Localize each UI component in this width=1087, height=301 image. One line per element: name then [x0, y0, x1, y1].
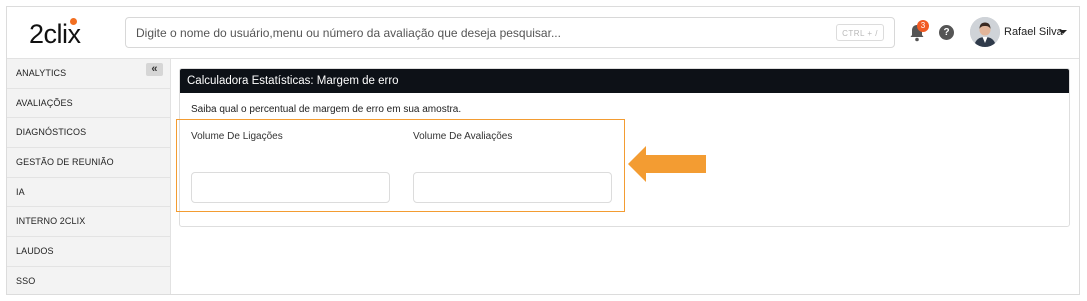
sidebar-item-label: AVALIAÇÕES [16, 97, 73, 108]
sidebar-item-ia[interactable]: IA [7, 178, 170, 208]
sidebar-item-label: GESTÃO DE REUNIÃO [16, 157, 114, 168]
avatar[interactable] [970, 17, 1000, 47]
sidebar-item-label: INTERNO 2CLIX [16, 216, 86, 227]
collapse-sidebar-button[interactable]: « [146, 63, 163, 76]
sidebar-item-gestao-de-reuniao[interactable]: GESTÃO DE REUNIÃO [7, 148, 170, 178]
avatar-image [970, 17, 1000, 47]
search-input[interactable] [126, 18, 826, 47]
chevron-down-icon[interactable] [1059, 30, 1067, 34]
help-icon[interactable]: ? [939, 25, 954, 40]
sidebar-item-label: LAUDOS [16, 246, 54, 257]
logo[interactable]: 2clix [27, 13, 97, 53]
shortcut-hint: CTRL + / [836, 24, 884, 41]
sidebar-item-avaliacoes[interactable]: AVALIAÇÕES [7, 89, 170, 119]
highlight-box [176, 119, 625, 212]
sidebar-item-label: DIAGNÓSTICOS [16, 127, 87, 138]
sidebar: ANALYTICS « AVALIAÇÕES DIAGNÓSTICOS GEST… [7, 59, 171, 294]
sidebar-item-label: IA [16, 186, 25, 197]
sidebar-item-laudos[interactable]: LAUDOS [7, 237, 170, 267]
logo-dot [70, 18, 77, 25]
arrow-left-icon [628, 146, 706, 182]
panel-description: Saiba qual o percentual de margem de err… [191, 104, 462, 115]
panel-title: Calculadora Estatísticas: Margem de erro [180, 69, 1069, 93]
sidebar-item-diagnosticos[interactable]: DIAGNÓSTICOS [7, 118, 170, 149]
sidebar-item-interno-2clix[interactable]: INTERNO 2CLIX [7, 207, 170, 238]
sidebar-item-sso[interactable]: SSO [7, 267, 170, 294]
top-header: 2clix CTRL + / 3 ? Rafael Silva [7, 7, 1079, 59]
sidebar-item-label: ANALYTICS [16, 68, 67, 78]
sidebar-item-label: SSO [16, 275, 36, 286]
search-box: CTRL + / [125, 17, 895, 48]
user-name[interactable]: Rafael Silva [1004, 26, 1063, 38]
notification-badge: 3 [917, 20, 929, 32]
sidebar-item-analytics[interactable]: ANALYTICS « [7, 59, 170, 89]
